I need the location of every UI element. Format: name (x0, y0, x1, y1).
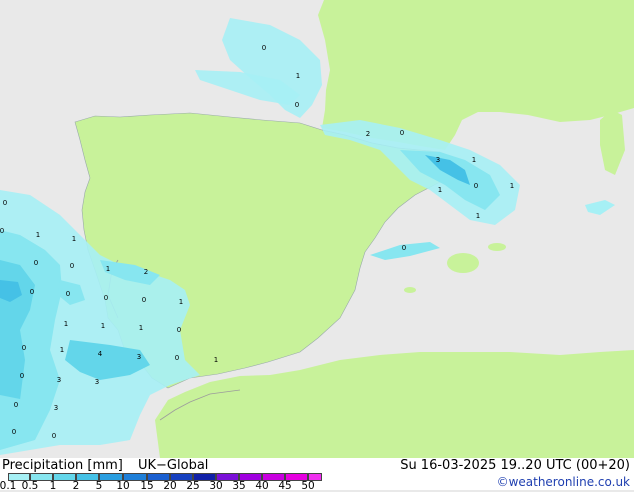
precip-value-label: 3 (436, 156, 440, 164)
precip-value-label: 3 (137, 353, 141, 361)
precip-value-label: 0 (22, 344, 26, 352)
legend-tick-label: 45 (278, 480, 292, 492)
valid-datetime: Su 16-03-2025 19..20 UTC (00+20) (400, 458, 630, 473)
precip-value-label: 1 (36, 231, 40, 239)
mallorca-land (447, 253, 479, 273)
product-title: Precipitation [mm] (2, 458, 123, 473)
precip-value-label: 0 (175, 354, 179, 362)
legend-tick-label: 25 (186, 480, 200, 492)
legend-tick-label: 0.5 (21, 480, 39, 492)
precip-value-label: 0 (142, 296, 146, 304)
precip-value-label: 0 (402, 244, 406, 252)
precip-value-label: 0 (3, 199, 7, 207)
precip-value-label: 0 (474, 182, 478, 190)
precip-value-label: 1 (64, 320, 68, 328)
precip-value-label: 1 (106, 265, 110, 273)
precip-value-label: 0 (14, 401, 18, 409)
legend-tick-label: 20 (163, 480, 177, 492)
precip-value-label: 0 (400, 129, 404, 137)
precip-value-label: 1 (101, 322, 105, 330)
precip-value-label: 1 (60, 346, 64, 354)
precip-value-label: 0 (12, 428, 16, 436)
precip-value-label: 0 (0, 227, 4, 235)
legend-tick-label: 5 (95, 480, 103, 492)
precip-value-label: 1 (476, 212, 480, 220)
precip-value-label: 2 (144, 268, 148, 276)
precipitation-map: 0 1 0 2 0 3 1 1 0 1 1 0 0 1 1 0 0 0 1 2 0 0 0 0 1 1 1 1 0 0 1 4 3 0 1 0 3 3 0 3… (0, 0, 634, 458)
precip-value-label: 0 (66, 290, 70, 298)
precip-value-label: 1 (510, 182, 514, 190)
credit-link[interactable]: ©weatheronline.co.uk (497, 475, 630, 489)
precip-value-label: 1 (179, 298, 183, 306)
precip-value-label: 2 (366, 130, 370, 138)
legend-tick-label: 1 (49, 480, 57, 492)
precip-value-label: 0 (20, 372, 24, 380)
precip-value-label: 0 (70, 262, 74, 270)
legend-tick-label: 15 (140, 480, 154, 492)
legend-tick-label: 50 (301, 480, 315, 492)
precip-value-label: 4 (98, 350, 103, 358)
precip-value-label: 0 (34, 259, 38, 267)
menorca-land (488, 243, 506, 251)
legend-tick-label: 40 (255, 480, 269, 492)
legend-tick-label: 35 (232, 480, 246, 492)
precip-value-label: 0 (30, 288, 34, 296)
precip-value-label: 3 (95, 378, 99, 386)
model-name: UK−Global (138, 458, 209, 473)
legend-tick-label: 0.1 (0, 480, 17, 492)
footer-bar: Precipitation [mm] UK−Global Su 16-03-20… (0, 458, 634, 492)
precip-value-label: 1 (296, 72, 300, 80)
ibiza-land (404, 287, 416, 293)
precip-value-label: 0 (52, 432, 56, 440)
precip-value-label: 1 (139, 324, 143, 332)
precip-value-label: 0 (177, 326, 181, 334)
precip-value-label: 1 (438, 186, 442, 194)
legend-tick-label: 30 (209, 480, 223, 492)
precip-value-label: 1 (214, 356, 218, 364)
precip-value-label: 0 (295, 101, 299, 109)
legend-tick-label: 10 (116, 480, 130, 492)
legend-tick-label: 2 (72, 480, 80, 492)
precip-value-label: 3 (57, 376, 61, 384)
precip-value-label: 1 (72, 235, 76, 243)
precip-value-label: 3 (54, 404, 58, 412)
precip-value-label: 0 (104, 294, 108, 302)
precip-value-label: 0 (262, 44, 266, 52)
precip-value-label: 1 (472, 156, 476, 164)
